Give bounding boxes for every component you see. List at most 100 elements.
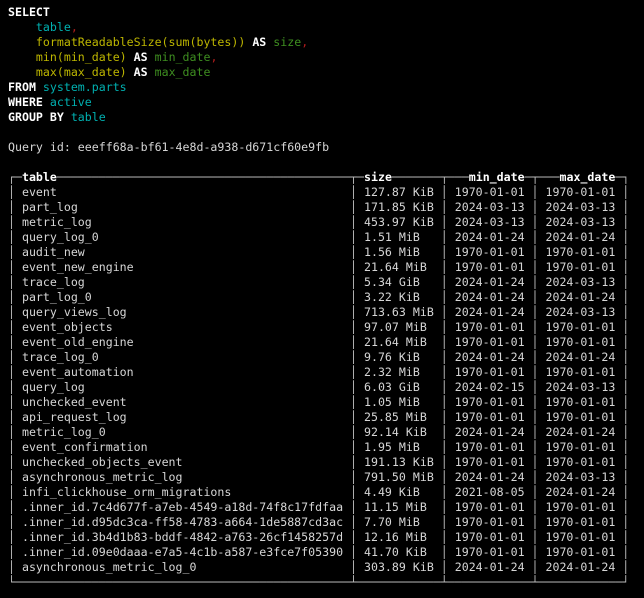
table-cell: trace_log: [15, 275, 350, 289]
table-cell: api_request_log: [15, 410, 350, 424]
table-cell: asynchronous_metric_log: [15, 470, 350, 484]
table-cell: 2024-01-24: [448, 275, 532, 289]
table-cell: event_objects: [15, 320, 350, 334]
table-cell: 2024-01-24: [539, 350, 623, 364]
table-cell: 1970-01-01: [539, 440, 623, 454]
table-row: │ asynchronous_metric_log_0 │ 303.89 KiB…: [8, 560, 644, 575]
table-cell: 1970-01-01: [539, 185, 623, 199]
table-cell: 2024-03-13: [448, 200, 532, 214]
table-cell: 2024-01-24: [448, 350, 532, 364]
table-bottom-border: └───────────────────────────────────────…: [8, 575, 644, 590]
table-cell: 41.70 KiB: [357, 545, 441, 559]
table-cell: query_views_log: [15, 305, 350, 319]
table-cell: 1970-01-01: [448, 545, 532, 559]
table-cell: event_new_engine: [15, 260, 350, 274]
table-row: │ asynchronous_metric_log │ 791.50 MiB │…: [8, 470, 644, 485]
sql-line: table,: [8, 20, 644, 35]
table-cell: 2024-01-24: [539, 425, 623, 439]
sql-query: SELECT table, formatReadableSize(sum(byt…: [8, 5, 644, 125]
column-header: size: [364, 170, 392, 184]
table-cell: .inner_id.3b4d1b83-bddf-4842-a763-26cf14…: [15, 530, 350, 544]
table-cell: part_log_0: [15, 290, 350, 304]
table-row: │ event_automation │ 2.32 MiB │ 1970-01-…: [8, 365, 644, 380]
table-row: │ event_confirmation │ 1.95 MiB │ 1970-0…: [8, 440, 644, 455]
table-cell: unchecked_event: [15, 395, 350, 409]
table-cell: 1970-01-01: [539, 455, 623, 469]
table-row: │ unchecked_objects_event │ 191.13 KiB │…: [8, 455, 644, 470]
table-cell: 191.13 KiB: [357, 455, 441, 469]
table-cell: 453.97 KiB: [357, 215, 441, 229]
table-cell: 1970-01-01: [448, 440, 532, 454]
sql-line: FROM system.parts: [8, 80, 644, 95]
table-row: │ event │ 127.87 KiB │ 1970-01-01 │ 1970…: [8, 185, 644, 200]
table-cell: 1970-01-01: [539, 395, 623, 409]
table-cell: part_log: [15, 200, 350, 214]
table-cell: 97.07 MiB: [357, 320, 441, 334]
table-cell: 4.49 KiB: [357, 485, 441, 499]
column-header: min_date: [469, 170, 525, 184]
table-cell: 1970-01-01: [448, 260, 532, 274]
table-cell: 21.64 MiB: [357, 260, 441, 274]
table-cell: 1970-01-01: [539, 500, 623, 514]
table-cell: 1970-01-01: [539, 545, 623, 559]
table-row: │ event_new_engine │ 21.64 MiB │ 1970-01…: [8, 260, 644, 275]
table-cell: 1970-01-01: [539, 320, 623, 334]
table-row: │ metric_log_0 │ 92.14 KiB │ 2024-01-24 …: [8, 425, 644, 440]
table-cell: metric_log_0: [15, 425, 350, 439]
table-cell: 2024-01-24: [448, 305, 532, 319]
sql-line: GROUP BY table: [8, 110, 644, 125]
query-id: Query id: eeeff68a-bf61-4e8d-a938-d671cf…: [8, 140, 644, 155]
table-cell: 1970-01-01: [448, 395, 532, 409]
sql-line: SELECT: [8, 5, 644, 20]
table-cell: 1.95 MiB: [357, 440, 441, 454]
table-cell: 5.34 GiB: [357, 275, 441, 289]
table-cell: 2024-01-24: [539, 560, 623, 574]
table-cell: audit_new: [15, 245, 350, 259]
table-cell: 1970-01-01: [448, 515, 532, 529]
table-row: │ event_old_engine │ 21.64 MiB │ 1970-01…: [8, 335, 644, 350]
table-cell: 11.15 MiB: [357, 500, 441, 514]
table-cell: .inner_id.d95dc3ca-ff58-4783-a664-1de588…: [15, 515, 350, 529]
table-cell: 2024-01-24: [448, 425, 532, 439]
table-row: │ audit_new │ 1.56 MiB │ 1970-01-01 │ 19…: [8, 245, 644, 260]
table-cell: 21.64 MiB: [357, 335, 441, 349]
table-row: │ part_log │ 171.85 KiB │ 2024-03-13 │ 2…: [8, 200, 644, 215]
table-cell: 127.87 KiB: [357, 185, 441, 199]
table-cell: 713.63 MiB: [357, 305, 441, 319]
result-table: ┌─table─────────────────────────────────…: [8, 170, 644, 590]
table-row: │ query_log_0 │ 1.51 MiB │ 2024-01-24 │ …: [8, 230, 644, 245]
table-cell: .inner_id.09e0daaa-e7a5-4c1b-a587-e3fce7…: [15, 545, 350, 559]
sql-line: min(min_date) AS min_date,: [8, 50, 644, 65]
table-cell: 1970-01-01: [539, 410, 623, 424]
table-cell: 2024-03-13: [448, 215, 532, 229]
column-header: table: [22, 170, 57, 184]
table-row: │ unchecked_event │ 1.05 MiB │ 1970-01-0…: [8, 395, 644, 410]
table-cell: 1970-01-01: [448, 455, 532, 469]
table-cell: 2024-03-13: [539, 380, 623, 394]
table-cell: asynchronous_metric_log_0: [15, 560, 350, 574]
table-row: │ event_objects │ 97.07 MiB │ 1970-01-01…: [8, 320, 644, 335]
table-cell: event_automation: [15, 365, 350, 379]
table-row: │ metric_log │ 453.97 KiB │ 2024-03-13 │…: [8, 215, 644, 230]
table-cell: 7.70 MiB: [357, 515, 441, 529]
table-cell: 303.89 KiB: [357, 560, 441, 574]
table-cell: 2024-01-24: [539, 230, 623, 244]
table-row: │ .inner_id.3b4d1b83-bddf-4842-a763-26cf…: [8, 530, 644, 545]
table-cell: 1970-01-01: [539, 515, 623, 529]
table-cell: 1970-01-01: [448, 335, 532, 349]
table-cell: 2024-01-24: [539, 290, 623, 304]
table-cell: 2.32 MiB: [357, 365, 441, 379]
table-cell: 2021-08-05: [448, 485, 532, 499]
table-cell: 2024-01-24: [448, 290, 532, 304]
column-header: max_date: [560, 170, 616, 184]
table-cell: 2024-01-24: [448, 470, 532, 484]
table-cell: 171.85 KiB: [357, 200, 441, 214]
table-cell: 791.50 MiB: [357, 470, 441, 484]
table-cell: 1.05 MiB: [357, 395, 441, 409]
table-cell: unchecked_objects_event: [15, 455, 350, 469]
table-cell: 1.51 MiB: [357, 230, 441, 244]
table-cell: 1970-01-01: [448, 365, 532, 379]
table-row: │ part_log_0 │ 3.22 KiB │ 2024-01-24 │ 2…: [8, 290, 644, 305]
sql-line: WHERE active: [8, 95, 644, 110]
table-cell: infi_clickhouse_orm_migrations: [15, 485, 350, 499]
